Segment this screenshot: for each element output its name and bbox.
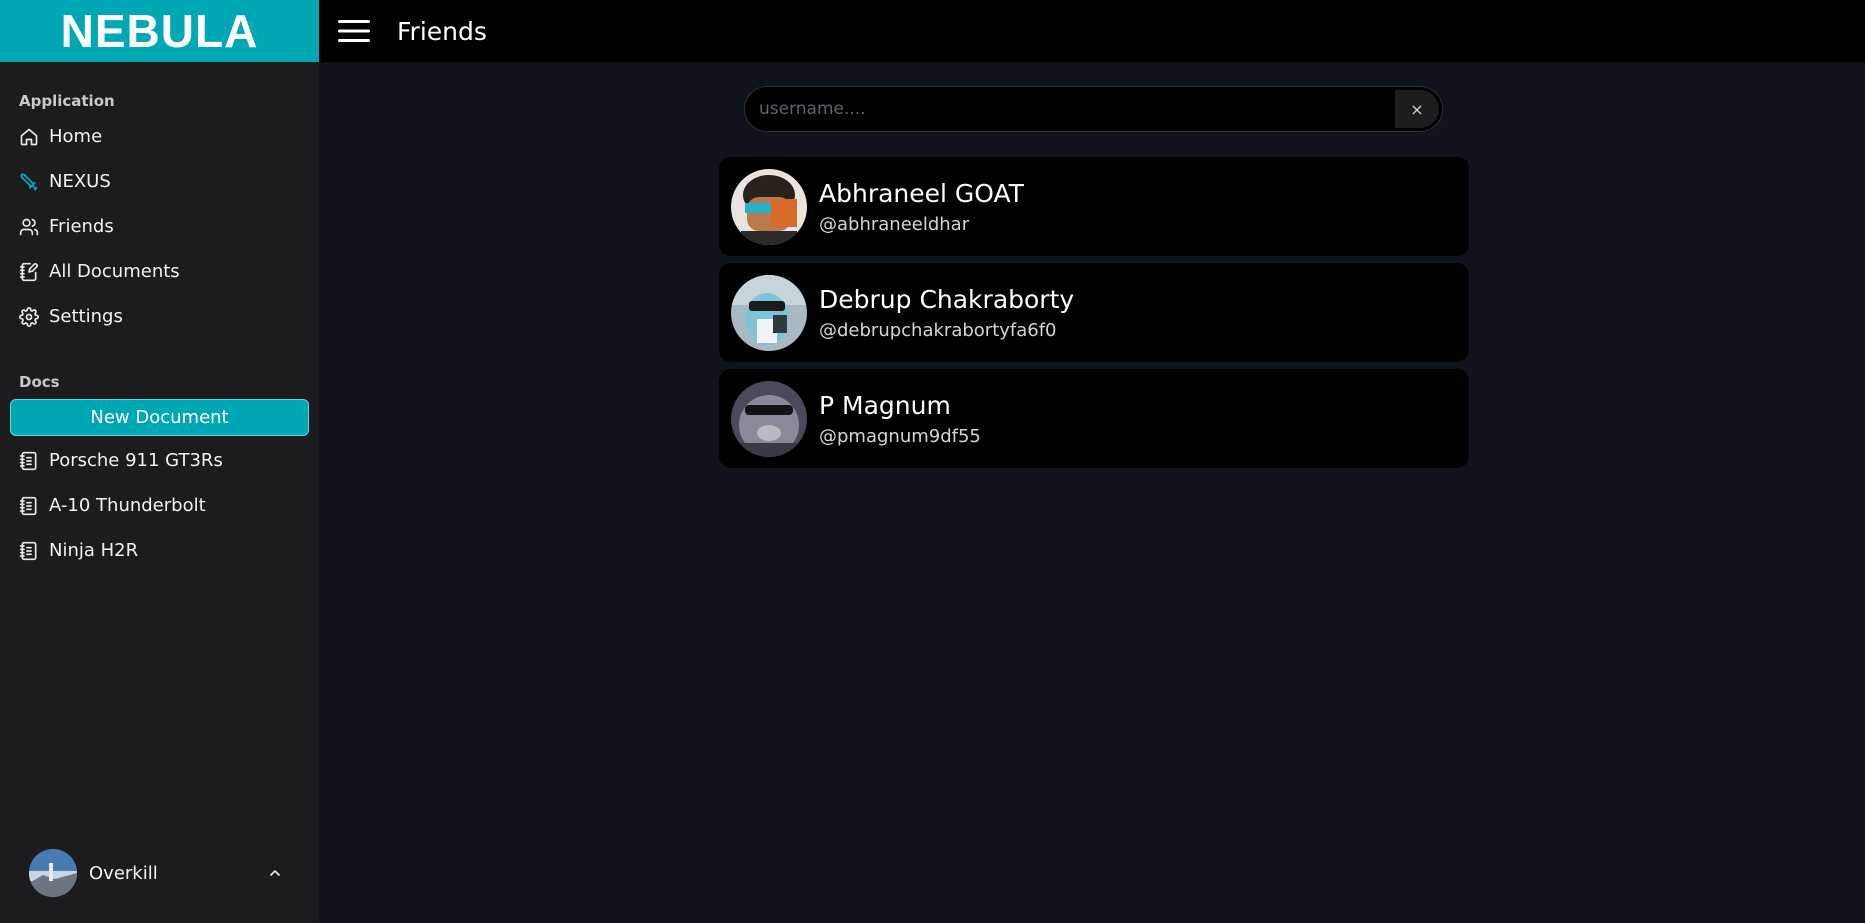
sidebar: NEBULA Application Home NEXUS Friends Al… xyxy=(0,0,319,923)
doc-item-porsche[interactable]: Porsche 911 GT3Rs xyxy=(0,438,319,483)
search-bar: × xyxy=(744,86,1443,132)
notebook-icon xyxy=(19,541,37,560)
sidebar-item-label: Settings xyxy=(49,306,123,327)
sidebar-item-label: NEXUS xyxy=(49,171,111,192)
doc-item-label: A-10 Thunderbolt xyxy=(49,495,206,516)
friend-name: Abhraneel GOAT xyxy=(819,178,1024,208)
docs-section-label: Docs xyxy=(19,373,60,391)
avatar xyxy=(731,380,807,457)
page-title: Friends xyxy=(397,16,487,46)
gear-icon xyxy=(19,306,39,327)
username-search-input[interactable] xyxy=(745,98,1395,120)
doc-item-ninja[interactable]: Ninja H2R xyxy=(0,528,319,573)
home-icon xyxy=(20,128,38,145)
friend-handle: @abhraneeldhar xyxy=(819,213,970,235)
application-section-label: Application xyxy=(19,92,115,110)
friend-info: Abhraneel GOAT @abhraneeldhar xyxy=(819,179,1024,235)
sidebar-item-all-documents[interactable]: All Documents xyxy=(0,249,319,294)
friend-card[interactable]: Abhraneel GOAT @abhraneeldhar xyxy=(719,157,1469,256)
user-menu[interactable]: Overkill xyxy=(29,848,291,898)
new-document-button[interactable]: New Document xyxy=(10,399,309,436)
friend-name: P Magnum xyxy=(819,390,951,420)
friend-info: Debrup Chakraborty @debrupchakrabortyfa6… xyxy=(819,285,1074,341)
friend-card[interactable]: P Magnum @pmagnum9df55 xyxy=(719,369,1469,468)
brand-logo[interactable]: NEBULA xyxy=(0,0,319,62)
sidebar-item-nexus[interactable]: NEXUS xyxy=(0,159,319,204)
clear-search-button[interactable]: × xyxy=(1395,90,1439,128)
sidebar-item-friends[interactable]: Friends xyxy=(0,204,319,249)
sidebar-item-home[interactable]: Home xyxy=(0,114,319,159)
friend-info: P Magnum @pmagnum9df55 xyxy=(819,391,981,447)
sidebar-item-label: All Documents xyxy=(49,261,180,282)
sidebar-item-settings[interactable]: Settings xyxy=(0,294,319,339)
doc-item-label: Porsche 911 GT3Rs xyxy=(49,450,223,471)
friend-name: Debrup Chakraborty xyxy=(819,284,1075,314)
top-bar: Friends xyxy=(319,0,1865,62)
avatar xyxy=(731,274,807,351)
user-name: Overkill xyxy=(89,862,158,884)
notebook-icon xyxy=(19,451,37,470)
notebook-icon xyxy=(19,496,37,515)
friend-card[interactable]: Debrup Chakraborty @debrupchakrabortyfa6… xyxy=(719,263,1469,362)
users-icon xyxy=(19,218,39,235)
friend-handle: @pmagnum9df55 xyxy=(819,425,981,447)
doc-item-a10[interactable]: A-10 Thunderbolt xyxy=(0,483,319,528)
documents-icon xyxy=(19,262,38,281)
friend-handle: @debrupchakrabortyfa6f0 xyxy=(819,319,1057,341)
avatar xyxy=(731,168,807,245)
hamburger-menu-icon[interactable] xyxy=(337,18,371,44)
doc-item-label: Ninja H2R xyxy=(49,540,139,561)
user-avatar xyxy=(29,849,77,897)
chevron-up-icon xyxy=(270,870,280,876)
sidebar-item-label: Home xyxy=(49,126,103,147)
friends-list: Abhraneel GOAT @abhraneeldhar Debrup Cha… xyxy=(719,157,1469,475)
sword-icon xyxy=(20,173,38,190)
sidebar-item-label: Friends xyxy=(49,216,114,237)
